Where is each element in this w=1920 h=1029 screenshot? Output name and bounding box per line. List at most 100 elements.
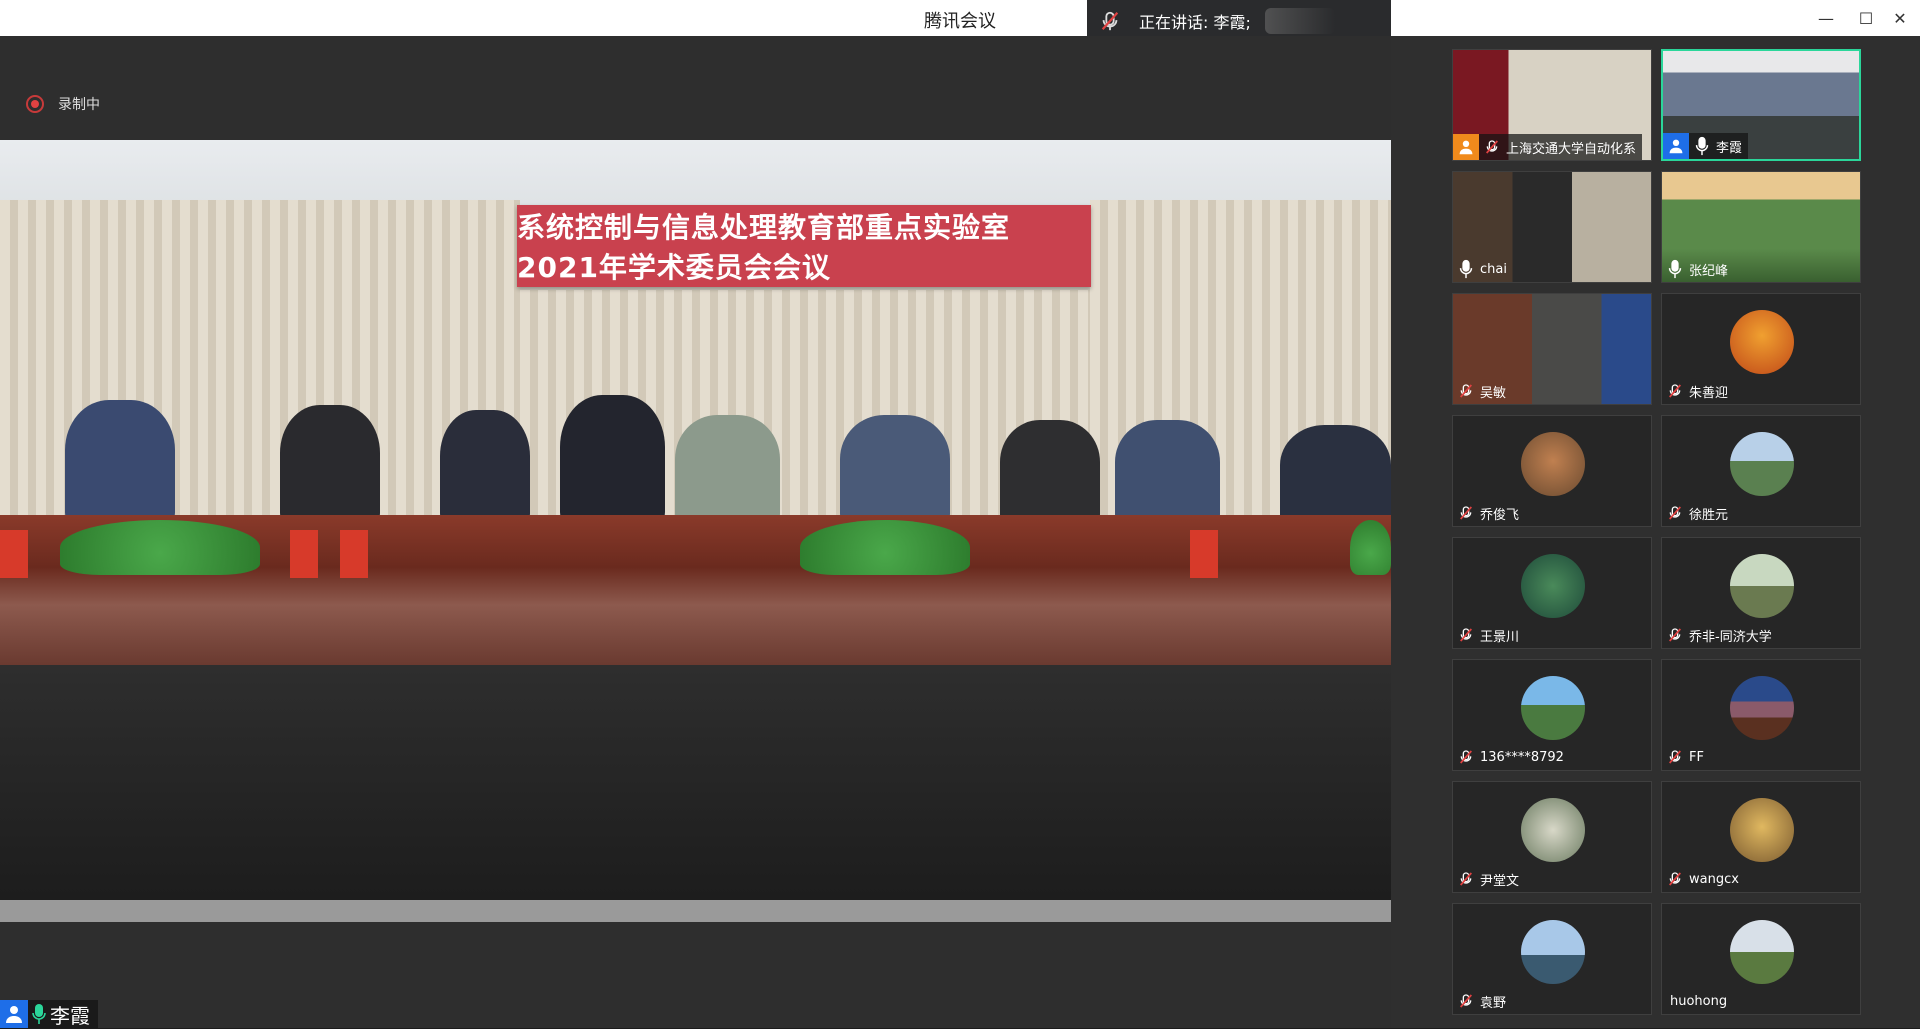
avatar (1521, 676, 1585, 740)
flag-decoration (340, 530, 368, 578)
plant-decoration (800, 520, 970, 575)
participant-label: 136****8792 (1453, 744, 1570, 770)
recording-label: 录制中 (58, 97, 100, 113)
speaking-indicator: 正在讲话: 李霞; (1087, 0, 1391, 41)
avatar (1730, 310, 1794, 374)
flag-decoration (0, 530, 28, 578)
muted-mic-icon (1455, 624, 1477, 646)
mic-icon (32, 1004, 46, 1024)
participant-tile[interactable]: 朱善迎 (1661, 293, 1861, 405)
self-name: 李霞 (50, 1003, 90, 1028)
participant-label: 吴敏 (1453, 378, 1512, 404)
participant-tile[interactable]: huohong (1661, 903, 1861, 1015)
participant-label: 乔非-同济大学 (1662, 622, 1778, 648)
participant-name: 王景川 (1480, 629, 1520, 645)
close-icon: ✕ (1893, 8, 1907, 28)
participant-label: 乔俊飞 (1453, 500, 1525, 526)
attendee-figure (65, 400, 175, 525)
avatar (1521, 554, 1585, 618)
participant-label: 朱善迎 (1662, 378, 1734, 404)
participant-name: 徐胜元 (1689, 507, 1729, 523)
muted-mic-icon (1664, 746, 1686, 768)
minimize-button[interactable]: — (1806, 4, 1846, 32)
participant-gallery: 上海交通大学自动化系 李霞 chai 张纪峰 吴敏 朱善迎 乔俊飞 徐胜元 王景… (1391, 36, 1920, 1028)
participant-label: huohong (1662, 988, 1733, 1014)
speaking-text: 正在讲话: 李霞; (1139, 12, 1251, 32)
self-video-label: 李霞 (0, 1000, 98, 1028)
attendee-figure (1000, 420, 1100, 525)
participant-name: 袁野 (1480, 995, 1507, 1011)
avatar (1730, 676, 1794, 740)
participant-name: FF (1689, 749, 1704, 765)
participant-name: 乔俊飞 (1480, 507, 1520, 523)
participant-tile[interactable]: chai (1452, 171, 1652, 283)
maximize-icon: ☐ (1858, 8, 1874, 28)
avatar (1730, 798, 1794, 862)
attendee-figure (675, 415, 780, 525)
participant-tile[interactable]: 136****8792 (1452, 659, 1652, 771)
muted-mic-icon (1455, 502, 1477, 524)
avatar (1730, 920, 1794, 984)
plant-decoration (1350, 520, 1391, 575)
participant-name: wangcx (1689, 871, 1739, 887)
participant-name: 张纪峰 (1689, 263, 1729, 279)
mic-icon (1455, 258, 1477, 280)
participant-name: huohong (1670, 993, 1728, 1009)
host-user-icon (1663, 133, 1689, 159)
avatar (1521, 798, 1585, 862)
participant-tile[interactable]: 徐胜元 (1661, 415, 1861, 527)
title-bar: 腾讯会议 — ☐ ✕ (0, 0, 1920, 36)
recording-status[interactable]: 录制中 (26, 94, 100, 114)
participant-name: 李霞 (1716, 140, 1743, 156)
participant-name: 尹堂文 (1480, 873, 1520, 889)
muted-mic-icon (1664, 868, 1686, 890)
muted-mic-icon (1481, 136, 1503, 158)
participant-tile[interactable]: FF (1661, 659, 1861, 771)
muted-mic-icon (1101, 11, 1119, 30)
participant-tile[interactable]: 乔非-同济大学 (1661, 537, 1861, 649)
participant-tile[interactable]: wangcx (1661, 781, 1861, 893)
participant-tile[interactable]: 李霞 (1661, 49, 1861, 161)
main-stage: 录制中 系统控制与信息处理教育部重点实验室2021年学术委员会会议 李霞 (0, 36, 1391, 1028)
participant-label: chai (1453, 256, 1513, 282)
muted-mic-icon (1664, 624, 1686, 646)
floor-strip (0, 900, 1391, 922)
window-title: 腾讯会议 (924, 11, 996, 32)
participant-name: 上海交通大学自动化系 (1506, 141, 1637, 157)
participant-tile[interactable]: 袁野 (1452, 903, 1652, 1015)
participant-name: 乔非-同济大学 (1689, 629, 1772, 645)
attendee-figure (1115, 420, 1220, 525)
participant-tile[interactable]: 上海交通大学自动化系 (1452, 49, 1652, 161)
participant-tile[interactable]: 吴敏 (1452, 293, 1652, 405)
avatar (1521, 432, 1585, 496)
table-front-panel (0, 665, 1391, 910)
avatar (1730, 432, 1794, 496)
participant-name: chai (1480, 261, 1507, 277)
muted-mic-icon (1455, 746, 1477, 768)
participant-tile[interactable]: 乔俊飞 (1452, 415, 1652, 527)
participant-label: 袁野 (1453, 988, 1512, 1014)
participant-tile[interactable]: 尹堂文 (1452, 781, 1652, 893)
close-button[interactable]: ✕ (1880, 4, 1920, 32)
main-video[interactable]: 系统控制与信息处理教育部重点实验室2021年学术委员会会议 (0, 140, 1391, 922)
participant-tile[interactable]: 张纪峰 (1661, 171, 1861, 283)
plant-decoration (60, 520, 260, 575)
attendee-figure (840, 415, 950, 525)
attendee-figure (440, 410, 530, 525)
muted-mic-icon (1455, 380, 1477, 402)
muted-mic-icon (1664, 380, 1686, 402)
participant-tile[interactable]: 王景川 (1452, 537, 1652, 649)
user-icon (0, 1000, 28, 1028)
participant-label: wangcx (1662, 866, 1745, 892)
minimize-icon: — (1818, 8, 1834, 28)
attendee-figure (1280, 425, 1391, 525)
muted-mic-icon (1664, 502, 1686, 524)
conference-banner: 系统控制与信息处理教育部重点实验室2021年学术委员会会议 (517, 205, 1091, 287)
mic-icon (1664, 258, 1686, 280)
avatar (1730, 554, 1794, 618)
record-icon (26, 95, 44, 113)
participant-label: 尹堂文 (1453, 866, 1525, 892)
participant-label: 张纪峰 (1662, 256, 1734, 282)
participant-label: 李霞 (1663, 133, 1749, 159)
participant-name: 吴敏 (1480, 385, 1507, 401)
